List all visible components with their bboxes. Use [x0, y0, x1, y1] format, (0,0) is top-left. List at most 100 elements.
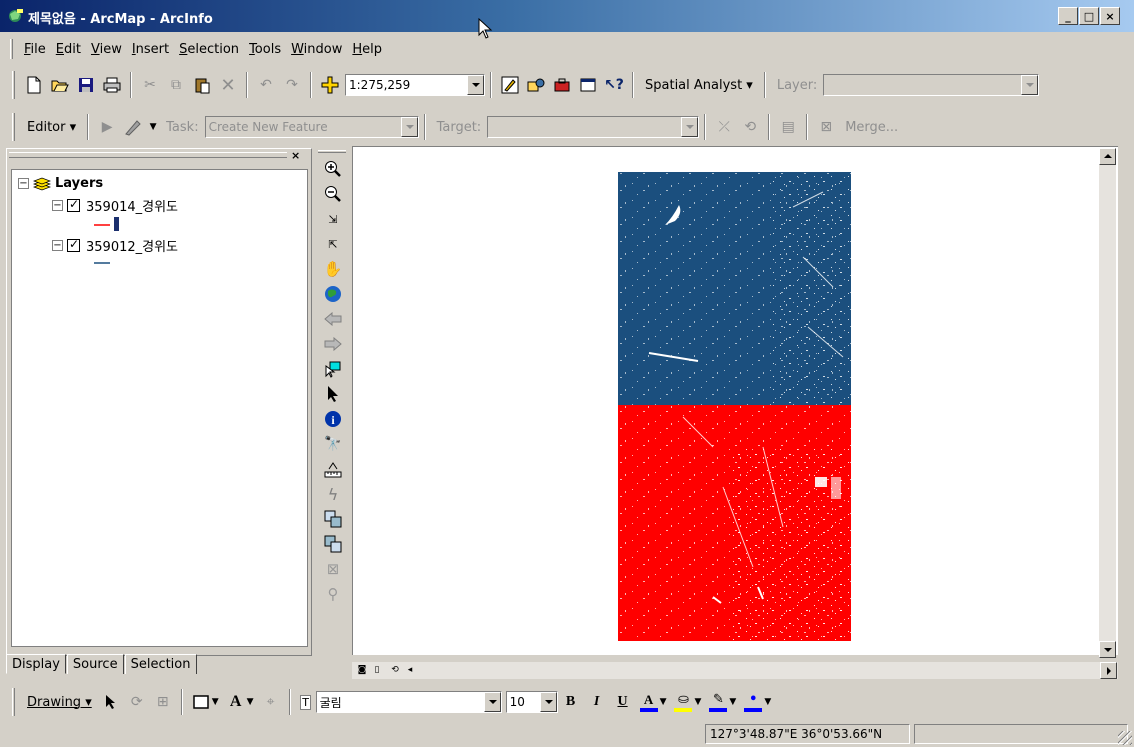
rotate-element-button[interactable]: ⟳ [124, 688, 150, 716]
target-dropdown-arrow[interactable] [681, 117, 699, 137]
disabled-tool-2-button[interactable]: ⚲ [322, 583, 344, 605]
map-view[interactable] [352, 146, 1118, 655]
identify-button[interactable]: i [322, 408, 344, 430]
spatial-analyst-menu[interactable]: Spatial Analyst ▾ [639, 78, 759, 93]
save-button[interactable] [73, 71, 99, 99]
data-view-icon[interactable]: ◙ [355, 663, 369, 677]
select-features-button[interactable] [322, 358, 344, 380]
menu-window[interactable]: Window [286, 40, 347, 59]
font-size-dropdown-arrow[interactable] [539, 692, 557, 712]
redo-button[interactable]: ↷ [279, 71, 305, 99]
font-size-combo[interactable]: 10 [505, 691, 558, 713]
menu-tools[interactable]: Tools [244, 40, 286, 59]
tab-display[interactable]: Display [6, 654, 66, 674]
pause-drawing-icon[interactable]: ◂ [403, 663, 417, 677]
full-extent-button[interactable] [322, 283, 344, 305]
map-scale-combo[interactable]: 1:275,259 [345, 74, 485, 96]
tools-grip[interactable] [318, 150, 346, 153]
layer-visibility-checkbox[interactable] [67, 237, 80, 252]
select-elements-draw-button[interactable] [98, 688, 124, 716]
refresh-view-icon[interactable]: ⟲ [388, 663, 402, 677]
layer-item-359012[interactable]: − 359012_경위도 [52, 236, 178, 255]
dropdown-arrow-icon[interactable]: ▼ [212, 697, 219, 707]
toolbar-grip[interactable] [12, 688, 15, 716]
close-button[interactable]: × [1100, 7, 1120, 25]
zoom-in-button[interactable] [322, 158, 344, 180]
undo-button[interactable]: ↶ [253, 71, 279, 99]
find-button[interactable]: 🔭 [322, 433, 344, 455]
maximize-button[interactable]: □ [1079, 7, 1099, 25]
paste-button[interactable] [189, 71, 215, 99]
sketch-properties-button[interactable]: ⊠ [813, 113, 839, 141]
toolbar-grip[interactable] [12, 71, 15, 99]
zoom-whole-page-button[interactable]: ⊞ [150, 688, 176, 716]
map-horizontal-scrollbar[interactable]: ◙ ▯ ⟲ ◂ [352, 662, 1118, 679]
scroll-down-button[interactable] [1099, 641, 1116, 658]
tab-selection[interactable]: Selection [124, 654, 197, 674]
map-vertical-scrollbar[interactable] [1099, 148, 1116, 658]
scroll-right-button[interactable] [1100, 662, 1117, 679]
target-combo[interactable] [487, 116, 700, 138]
dropdown-arrow-icon[interactable]: ▼ [660, 697, 667, 707]
fixed-zoom-out-button[interactable]: ⇱ [322, 233, 344, 255]
open-button[interactable] [47, 71, 73, 99]
toolbar-grip[interactable] [12, 113, 15, 141]
tab-source[interactable]: Source [66, 654, 124, 674]
add-data-button[interactable] [317, 71, 343, 99]
sketch-tool-button[interactable] [120, 113, 146, 141]
drawing-menu[interactable]: Drawing ▾ [21, 695, 98, 710]
command-line-button[interactable] [575, 71, 601, 99]
menu-file[interactable]: File [19, 40, 51, 59]
fixed-zoom-in-button[interactable]: ⇲ [322, 208, 344, 230]
bold-button[interactable]: B [558, 688, 584, 716]
transparency-button[interactable] [322, 533, 344, 555]
font-color-button[interactable]: A [636, 688, 662, 716]
delete-button[interactable]: ✕ [215, 71, 241, 99]
minimize-button[interactable]: _ [1058, 7, 1078, 25]
font-picker-icon-button[interactable]: T [296, 688, 316, 716]
layer-visibility-checkbox[interactable] [67, 197, 80, 212]
layer-dropdown-arrow[interactable] [1021, 75, 1039, 95]
menu-grip[interactable] [10, 39, 13, 59]
arctoolbox-button[interactable] [523, 71, 549, 99]
dropdown-arrow-icon[interactable]: ▼ [247, 697, 254, 707]
dropdown-arrow-icon[interactable]: ▼ [764, 697, 771, 707]
menu-view[interactable]: View [86, 40, 127, 59]
back-extent-button[interactable] [322, 308, 344, 330]
hyperlink-button[interactable]: ϟ [322, 483, 344, 505]
editor-menu[interactable]: Editor ▾ [21, 120, 82, 135]
disabled-tool-button[interactable]: ⊠ [322, 558, 344, 580]
line-color-button[interactable]: ✎ [705, 688, 731, 716]
zoom-out-button[interactable] [322, 183, 344, 205]
editor-toolbar-button[interactable] [497, 71, 523, 99]
collapse-icon[interactable]: − [52, 240, 63, 251]
italic-button[interactable]: I [584, 688, 610, 716]
swipe-button[interactable] [322, 508, 344, 530]
collapse-icon[interactable]: − [18, 178, 29, 189]
layer-combo[interactable] [823, 74, 1040, 96]
underline-button[interactable]: U [610, 688, 636, 716]
toc-grip[interactable] [9, 152, 287, 158]
forward-extent-button[interactable] [322, 333, 344, 355]
rotate-tool-button[interactable]: ⟲ [737, 113, 763, 141]
dropdown-arrow-icon[interactable]: ▼ [729, 697, 736, 707]
select-elements-button[interactable] [322, 383, 344, 405]
window-resize-grip[interactable] [1118, 731, 1132, 745]
font-name-combo[interactable]: 굴림 [315, 691, 502, 713]
dropdown-arrow-icon[interactable]: ▼ [694, 697, 701, 707]
print-button[interactable] [99, 71, 125, 99]
marker-color-button[interactable]: • [740, 688, 766, 716]
pan-button[interactable]: ✋ [322, 258, 344, 280]
cut-button[interactable]: ✂ [137, 71, 163, 99]
new-text-button[interactable]: A [223, 688, 249, 716]
copy-button[interactable]: ⧉ [163, 71, 189, 99]
edit-tool-button[interactable]: ▶ [94, 113, 120, 141]
task-dropdown-arrow[interactable] [400, 117, 418, 137]
merge-button[interactable]: Merge... [839, 120, 904, 135]
fill-color-button[interactable]: ⛀ [670, 688, 696, 716]
menu-insert[interactable]: Insert [127, 40, 174, 59]
layer-item-359014[interactable]: − 359014_경위도 [52, 196, 178, 215]
new-rectangle-button[interactable] [188, 688, 214, 716]
layout-view-icon[interactable]: ▯ [370, 663, 384, 677]
whats-this-button[interactable]: ↖? [601, 71, 627, 99]
